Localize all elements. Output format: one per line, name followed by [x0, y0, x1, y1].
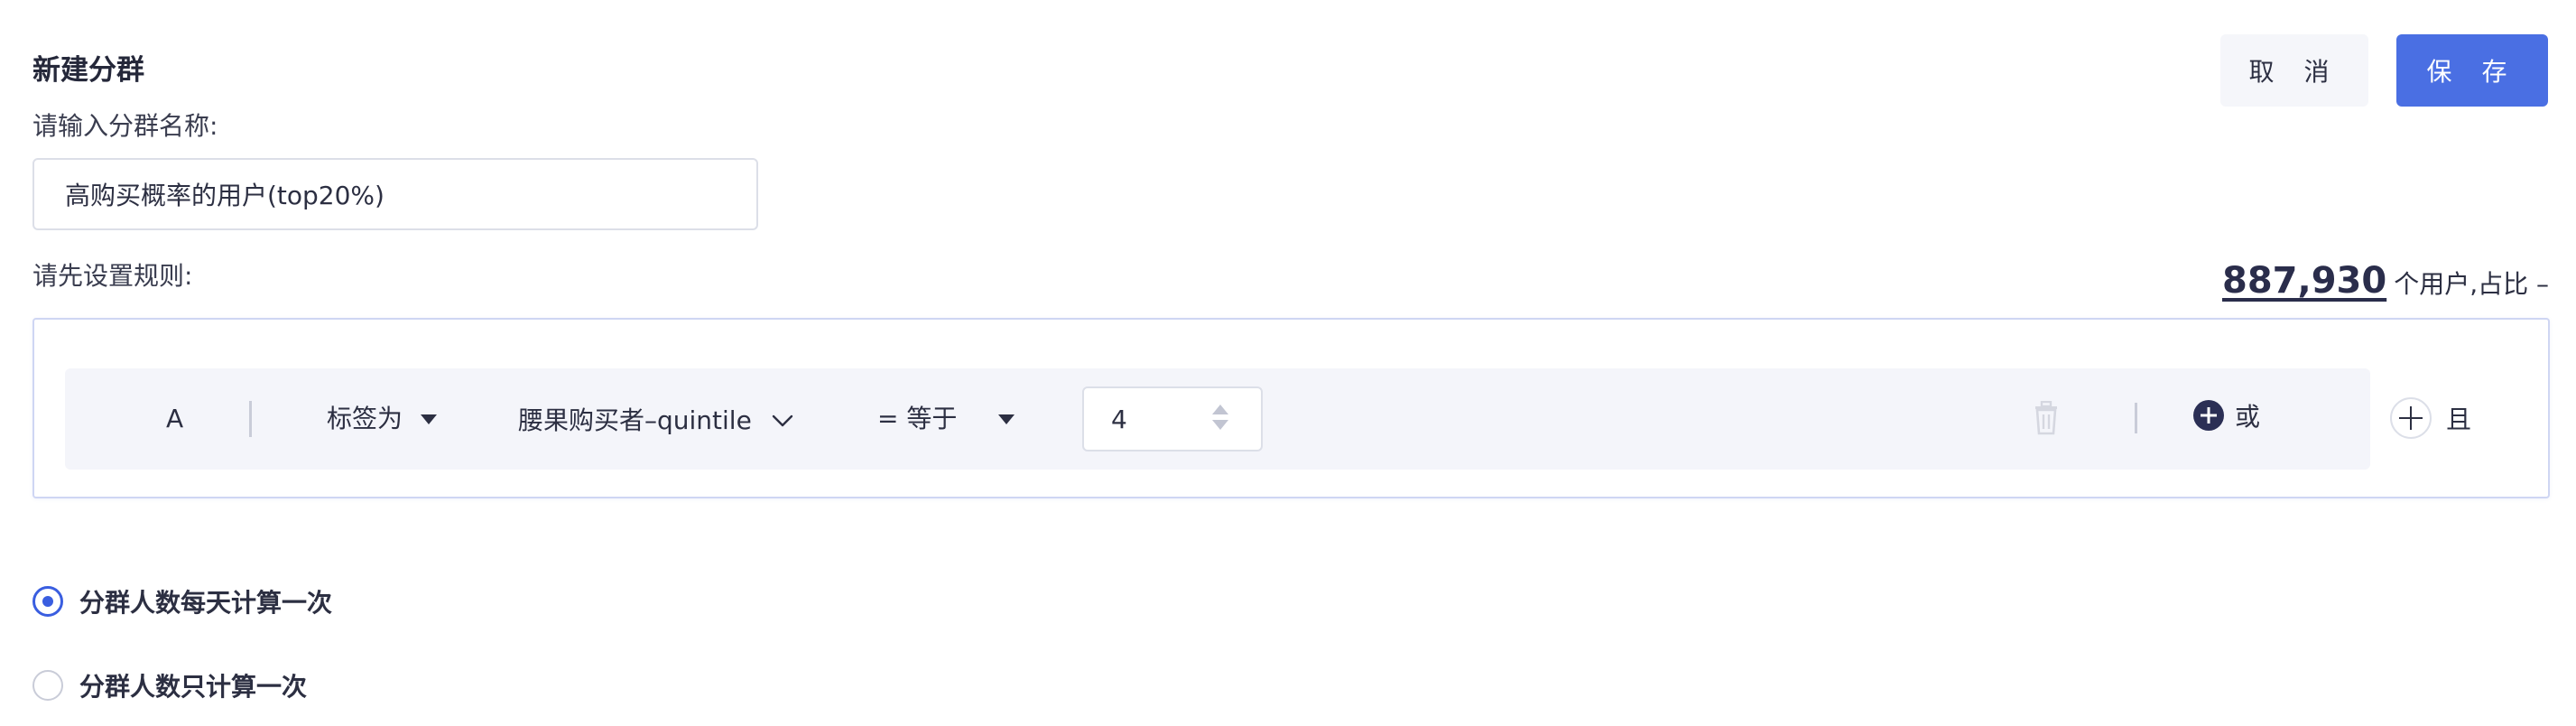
calc-option-daily[interactable]: 分群人数每天计算一次: [32, 583, 332, 619]
caret-down-icon: [421, 414, 438, 424]
rule-row: A 标签为 腰果购买者–quintile = 等于 4 或: [65, 368, 2370, 470]
calc-option-label: 分群人数每天计算一次: [79, 588, 333, 618]
tag-select[interactable]: 腰果购买者–quintile: [518, 403, 793, 439]
calc-option-label: 分群人数只计算一次: [79, 672, 308, 702]
save-button[interactable]: 保 存: [2396, 34, 2548, 107]
radio-selected-icon[interactable]: [32, 586, 63, 617]
operator-label: = 等于: [877, 404, 958, 433]
add-and-button[interactable]: 且: [2390, 397, 2471, 439]
chevron-down-icon: [772, 414, 793, 427]
rule-divider: [2135, 403, 2137, 433]
user-count-value[interactable]: 887,930: [2222, 260, 2386, 302]
operator-select[interactable]: = 等于: [877, 401, 1015, 437]
rule-group-letter: A: [166, 404, 184, 433]
segment-name-input[interactable]: [32, 158, 758, 230]
caret-down-icon: [998, 414, 1015, 424]
rule-value: 4: [1111, 404, 1127, 434]
radio-unselected-icon[interactable]: [32, 670, 63, 701]
cancel-button[interactable]: 取 消: [2220, 34, 2368, 107]
calc-option-once[interactable]: 分群人数只计算一次: [32, 667, 307, 703]
segment-name-label: 请输入分群名称:: [32, 111, 218, 141]
and-label: 且: [2446, 405, 2472, 434]
tag-name-label: 腰果购买者–quintile: [518, 405, 752, 435]
trash-icon[interactable]: [2033, 401, 2060, 435]
user-count: 887,930 个用户,占比 –: [2222, 260, 2549, 302]
page-title: 新建分群: [32, 54, 144, 87]
rule-editor: A 标签为 腰果购买者–quintile = 等于 4 或 且: [32, 318, 2550, 498]
plus-icon: [2390, 397, 2432, 439]
plus-circle-icon: [2193, 400, 2224, 431]
rule-type-select[interactable]: 标签为: [327, 401, 438, 437]
spin-up-icon[interactable]: [1212, 405, 1228, 414]
rule-value-input[interactable]: 4: [1082, 386, 1263, 451]
user-count-suffix: 个用户,占比 –: [2394, 269, 2549, 299]
spin-down-icon[interactable]: [1212, 420, 1228, 430]
add-or-button[interactable]: 或: [2193, 397, 2260, 433]
rule-type-label: 标签为: [327, 404, 403, 433]
rule-divider: [249, 401, 252, 437]
rules-label: 请先设置规则:: [32, 261, 193, 291]
spinner-icon[interactable]: [1212, 405, 1228, 430]
or-label: 或: [2235, 402, 2261, 432]
